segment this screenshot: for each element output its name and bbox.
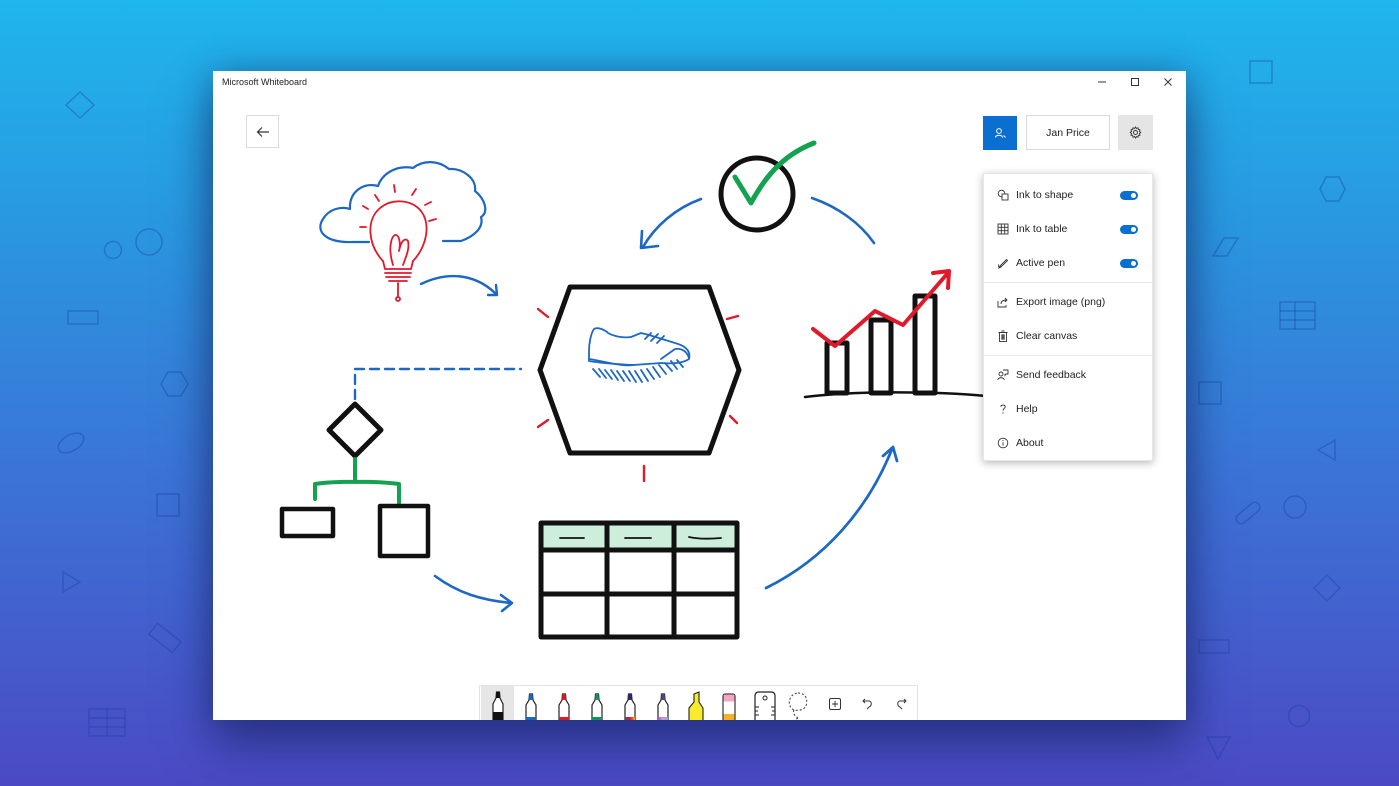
bg-parallelogram [1211, 237, 1240, 257]
menu-item-ink-to-table[interactable]: Ink to table [984, 214, 1152, 244]
menu-item-active-pen[interactable]: Active pen [984, 248, 1152, 278]
bg-ellipse [57, 432, 85, 454]
menu-item-help[interactable]: Help [984, 394, 1152, 424]
ink-toolbar [479, 685, 918, 720]
ink-to-shape-toggle[interactable] [1120, 190, 1138, 200]
menu-item-export-image[interactable]: Export image (png) [984, 287, 1152, 317]
ruler-icon [753, 691, 776, 720]
tree-connector [313, 457, 401, 505]
pen-icon [996, 256, 1010, 270]
back-button[interactable] [246, 115, 279, 148]
info-icon [996, 436, 1010, 450]
whiteboard-window: Microsoft Whiteboard Jan Price Ink to sh… [213, 71, 1186, 720]
table-grid-icon [996, 222, 1010, 236]
bg-triangle [1205, 736, 1232, 761]
menu-item-ink-to-shape[interactable]: Ink to shape [984, 180, 1152, 210]
settings-menu: Ink to shape Ink to table Active pen Exp… [983, 173, 1153, 461]
bg-triangle [62, 570, 82, 594]
bg-pill [1235, 501, 1261, 525]
tool-blue-pen[interactable] [514, 686, 547, 720]
gear-icon [1129, 126, 1142, 139]
arrow-left-icon [256, 126, 269, 137]
arc-sketch [810, 196, 876, 245]
decision-diamond [326, 401, 384, 459]
arrow-sketch [764, 445, 899, 590]
menu-item-clear-canvas[interactable]: Clear canvas [984, 321, 1152, 351]
flow-box [377, 503, 431, 559]
menu-item-send-feedback[interactable]: Send feedback [984, 360, 1152, 390]
settings-button[interactable] [1118, 115, 1153, 150]
bg-square [156, 493, 180, 517]
bg-circle [1283, 495, 1307, 519]
undo-icon [861, 698, 872, 710]
tool-highlighter[interactable] [679, 686, 712, 720]
tool-ruler[interactable] [748, 686, 781, 720]
bg-circle [103, 240, 123, 260]
trash-icon [996, 329, 1010, 343]
blue-pen-icon [524, 693, 537, 720]
tool-black-pen[interactable] [481, 686, 514, 720]
tool-rainbow-pen[interactable] [613, 686, 646, 720]
add-button[interactable] [818, 686, 851, 720]
red-pen-icon [557, 693, 570, 720]
redo-icon [896, 698, 907, 710]
undo-button[interactable] [851, 686, 884, 720]
checkmark [732, 140, 817, 206]
bg-rect [67, 310, 99, 325]
invite-button[interactable] [983, 116, 1017, 150]
bg-rect [1198, 639, 1230, 654]
bg-table [88, 708, 126, 737]
share-export-icon [996, 295, 1010, 309]
bg-rect-rotated [147, 622, 183, 654]
rainbow-pen-icon [623, 693, 636, 720]
bg-diamond [64, 90, 96, 120]
flow-box [279, 506, 336, 539]
tool-green-pen[interactable] [580, 686, 613, 720]
menu-divider [984, 282, 1152, 283]
trend-arrow [811, 269, 951, 348]
black-pen-icon [491, 691, 504, 720]
galaxy-pen-icon [656, 693, 669, 720]
ink-table [538, 520, 740, 640]
dashed-connector [353, 367, 523, 401]
menu-divider [984, 355, 1152, 356]
user-account-button[interactable]: Jan Price [1026, 115, 1110, 150]
ink-to-shape-icon [996, 188, 1010, 202]
bg-hexagon [1319, 176, 1346, 202]
bg-square [1249, 60, 1273, 84]
bg-hexagon [160, 371, 189, 397]
bg-table [1279, 301, 1316, 330]
highlighter-icon [687, 691, 704, 720]
add-icon [828, 698, 841, 710]
bar-chart-sketch [803, 293, 988, 399]
ink-to-table-toggle[interactable] [1120, 224, 1138, 234]
shoe-sketch [588, 327, 691, 383]
bg-triangle [1316, 438, 1336, 462]
active-pen-toggle[interactable] [1120, 258, 1138, 268]
arrow-sketch [639, 197, 703, 250]
arrow-sketch [433, 574, 514, 613]
bg-circle [135, 228, 163, 256]
bg-square [1198, 381, 1222, 405]
bg-diamond [1312, 573, 1342, 603]
tool-galaxy-pen[interactable] [646, 686, 679, 720]
feedback-icon [996, 368, 1010, 382]
hexagon-shape [537, 284, 742, 456]
menu-item-about[interactable]: About [984, 428, 1152, 458]
tool-lasso-select[interactable] [781, 686, 814, 720]
tool-eraser[interactable] [712, 686, 745, 720]
invite-person-icon [995, 128, 1006, 138]
arrow-sketch [419, 274, 499, 297]
lasso-select-icon [788, 692, 807, 720]
bg-circle [1287, 704, 1311, 728]
question-icon [996, 402, 1010, 416]
tool-red-pen[interactable] [547, 686, 580, 720]
redo-button[interactable] [884, 686, 917, 720]
eraser-icon [721, 693, 736, 720]
green-pen-icon [590, 693, 603, 720]
